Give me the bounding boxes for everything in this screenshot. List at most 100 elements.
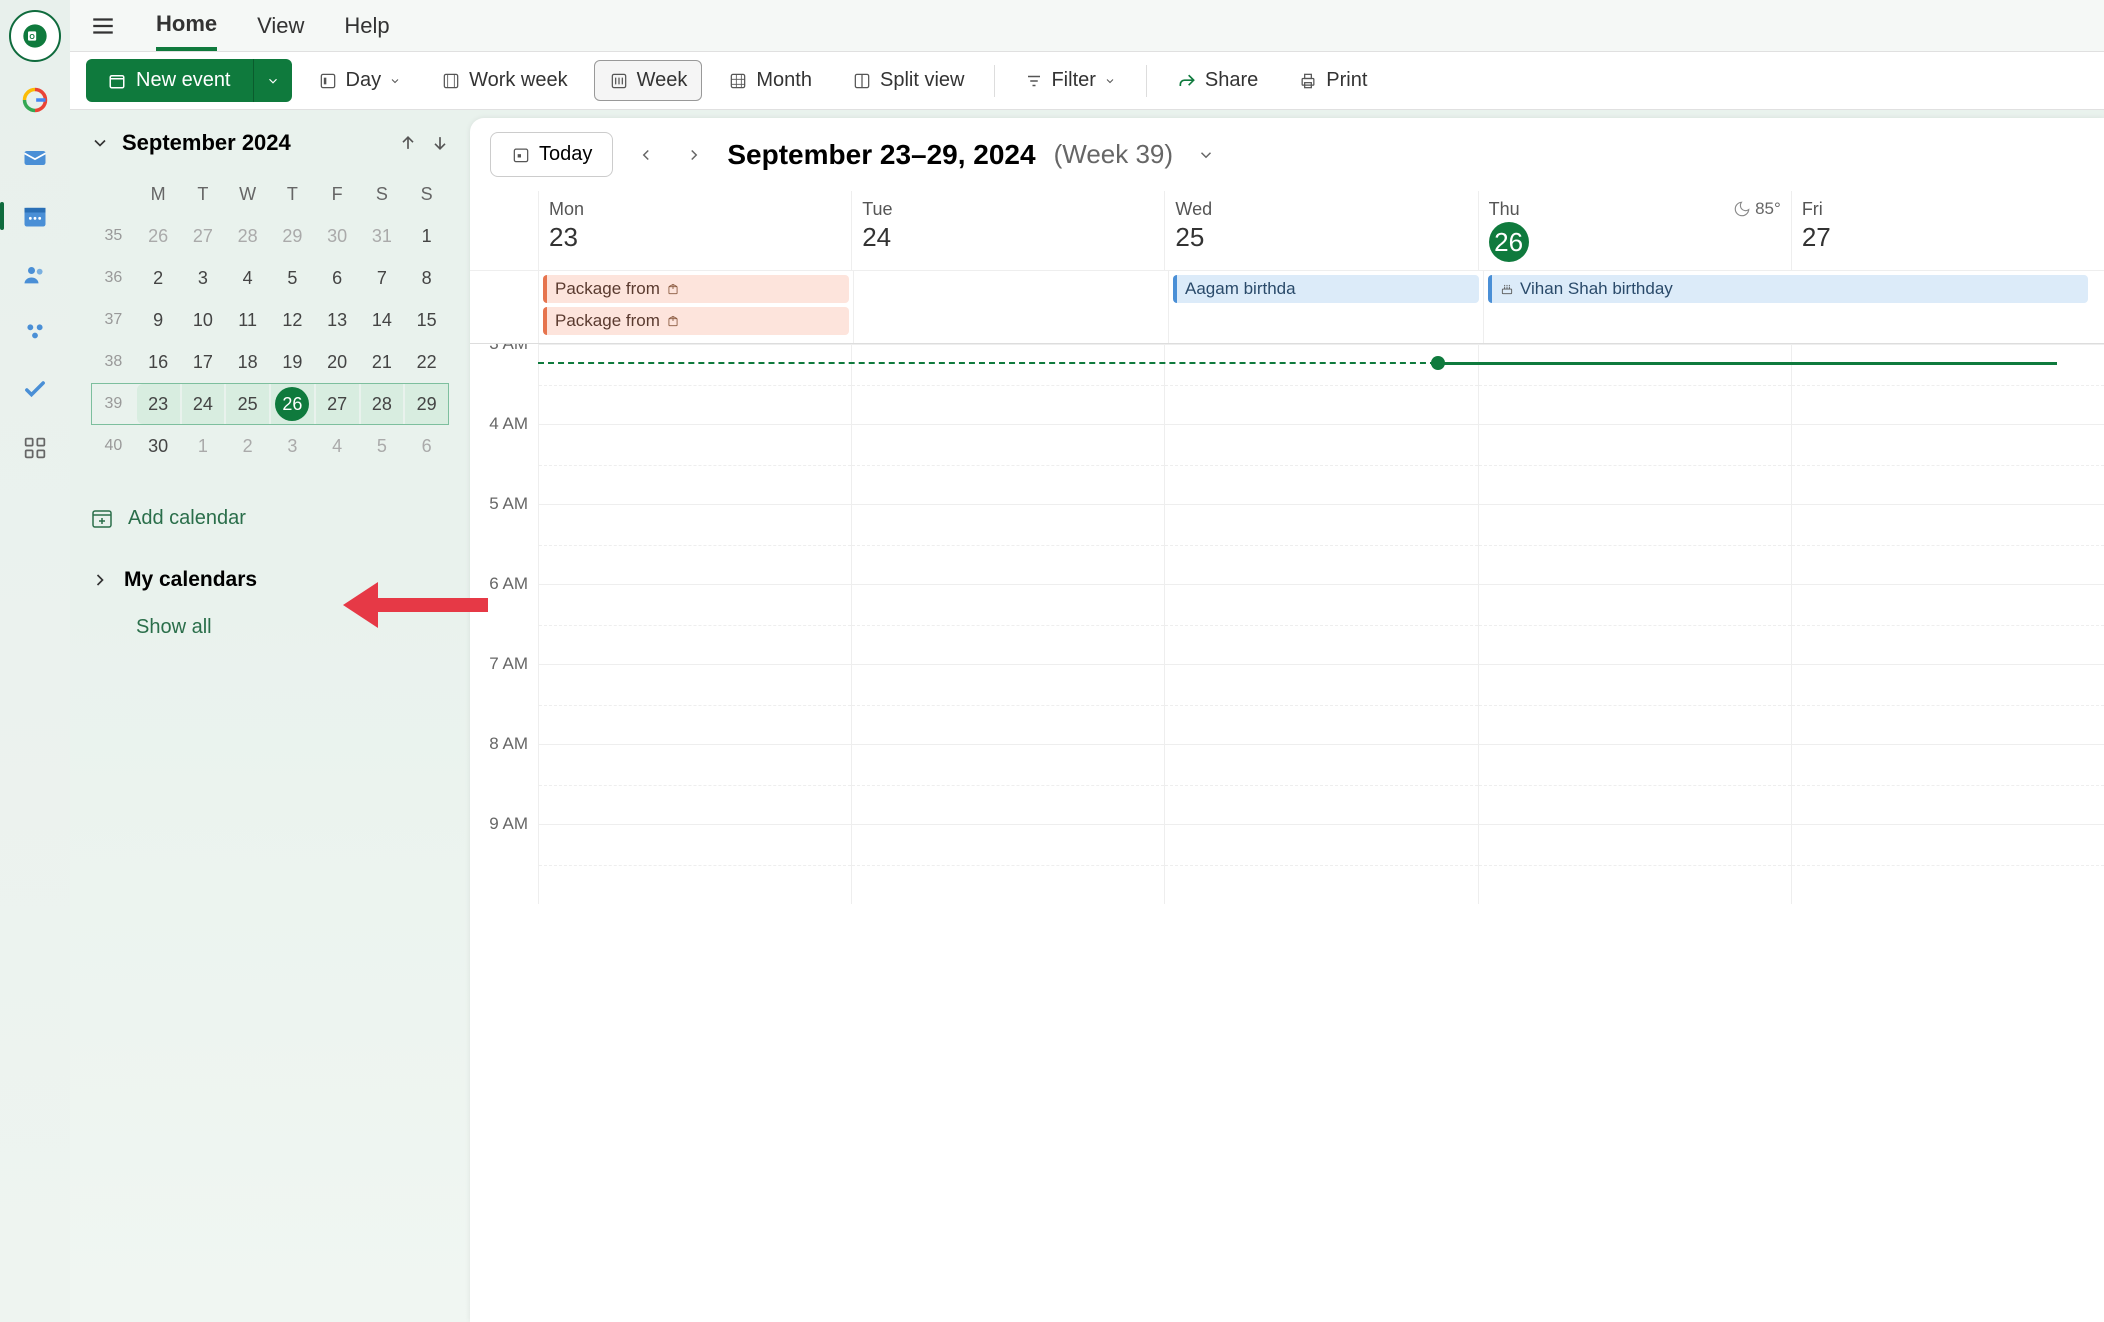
mini-day[interactable]: 26	[271, 384, 314, 424]
tab-view[interactable]: View	[257, 3, 304, 49]
mini-day[interactable]: 7	[361, 258, 404, 298]
event-chip[interactable]: Package from	[543, 275, 849, 303]
time-slot[interactable]	[1791, 344, 2104, 424]
today-button[interactable]: Today	[490, 132, 613, 177]
todo-icon[interactable]	[15, 370, 55, 410]
prev-week-button[interactable]	[631, 140, 661, 170]
time-slot[interactable]	[1791, 504, 2104, 584]
tab-help[interactable]: Help	[344, 3, 389, 49]
mini-day[interactable]: 5	[271, 258, 314, 298]
mini-day[interactable]: 1	[182, 426, 225, 466]
event-chip[interactable]: Aagam birthda	[1173, 275, 1479, 303]
mini-day[interactable]: 30	[316, 216, 359, 256]
time-slot[interactable]	[1164, 424, 1477, 504]
outlook-brand-icon[interactable]: O	[9, 10, 61, 62]
groups-icon[interactable]	[15, 312, 55, 352]
time-slot[interactable]	[538, 744, 851, 824]
google-icon[interactable]	[15, 80, 55, 120]
mini-day[interactable]: 26	[137, 216, 180, 256]
next-week-button[interactable]	[679, 140, 709, 170]
time-slot[interactable]	[538, 424, 851, 504]
day-header[interactable]: Mon23	[538, 191, 851, 270]
show-all-button[interactable]: Show all	[136, 616, 450, 639]
mini-day[interactable]: 29	[405, 384, 448, 424]
time-slot[interactable]	[1791, 744, 2104, 824]
day-header[interactable]: 85°Thu26	[1478, 191, 1791, 270]
next-month-icon[interactable]	[430, 133, 450, 153]
time-slot[interactable]	[1478, 424, 1791, 504]
event-chip[interactable]: Vihan Shah birthday	[1488, 275, 2088, 303]
people-icon[interactable]	[15, 254, 55, 294]
mini-day[interactable]: 27	[182, 216, 225, 256]
mini-day[interactable]: 2	[137, 258, 180, 298]
time-slot[interactable]	[851, 424, 1164, 504]
time-slot[interactable]	[1478, 344, 1791, 424]
mini-day[interactable]: 15	[405, 300, 448, 340]
mini-day[interactable]: 18	[226, 342, 269, 382]
mini-day[interactable]: 9	[137, 300, 180, 340]
mini-day[interactable]: 14	[361, 300, 404, 340]
mini-day[interactable]: 4	[226, 258, 269, 298]
time-slot[interactable]	[1164, 344, 1477, 424]
mini-day[interactable]: 29	[271, 216, 314, 256]
time-slot[interactable]	[538, 584, 851, 664]
time-slot[interactable]	[1791, 584, 2104, 664]
time-slot[interactable]	[1791, 664, 2104, 744]
day-view-button[interactable]: Day	[304, 61, 416, 100]
time-slot[interactable]	[1164, 504, 1477, 584]
mini-day[interactable]: 4	[316, 426, 359, 466]
mini-day[interactable]: 19	[271, 342, 314, 382]
mini-day[interactable]: 24	[182, 384, 225, 424]
calendar-icon[interactable]	[15, 196, 55, 236]
time-slot[interactable]	[1164, 664, 1477, 744]
mail-icon[interactable]	[15, 138, 55, 178]
mini-day[interactable]: 30	[137, 426, 180, 466]
day-header[interactable]: Wed25	[1164, 191, 1477, 270]
mini-day[interactable]: 2	[226, 426, 269, 466]
time-slot[interactable]	[1478, 744, 1791, 824]
split-view-button[interactable]: Split view	[838, 61, 978, 100]
time-slot[interactable]	[851, 504, 1164, 584]
time-slot[interactable]	[1791, 824, 2104, 904]
new-event-button[interactable]: New event	[86, 59, 253, 102]
time-slot[interactable]	[851, 664, 1164, 744]
time-slot[interactable]	[538, 824, 851, 904]
time-slot[interactable]	[1478, 504, 1791, 584]
mini-day[interactable]: 25	[226, 384, 269, 424]
tab-home[interactable]: Home	[156, 1, 217, 51]
day-header[interactable]: Fri27	[1791, 191, 2104, 270]
event-chip[interactable]: Package from	[543, 307, 849, 335]
prev-month-icon[interactable]	[398, 133, 418, 153]
day-header[interactable]: Tue24	[851, 191, 1164, 270]
workweek-view-button[interactable]: Work week	[427, 61, 582, 100]
mini-day[interactable]: 8	[405, 258, 448, 298]
share-button[interactable]: Share	[1163, 61, 1272, 100]
apps-icon[interactable]	[15, 428, 55, 468]
mini-day[interactable]: 27	[316, 384, 359, 424]
mini-day[interactable]: 10	[182, 300, 225, 340]
time-slot[interactable]	[1478, 824, 1791, 904]
new-event-dropdown[interactable]	[253, 59, 292, 102]
mini-day[interactable]: 21	[361, 342, 404, 382]
mini-day[interactable]: 6	[316, 258, 359, 298]
mini-day[interactable]: 12	[271, 300, 314, 340]
mini-day[interactable]: 3	[182, 258, 225, 298]
time-slot[interactable]	[538, 504, 851, 584]
time-slot[interactable]	[1164, 824, 1477, 904]
time-slot[interactable]	[851, 744, 1164, 824]
time-slot[interactable]	[1164, 744, 1477, 824]
mini-day[interactable]: 23	[137, 384, 180, 424]
mini-day[interactable]: 22	[405, 342, 448, 382]
mini-day[interactable]: 20	[316, 342, 359, 382]
mini-day[interactable]: 3	[271, 426, 314, 466]
time-slot[interactable]	[1791, 424, 2104, 504]
my-calendars-toggle[interactable]: My calendars	[90, 568, 450, 592]
mini-day[interactable]: 1	[405, 216, 448, 256]
mini-day[interactable]: 28	[361, 384, 404, 424]
mini-day[interactable]: 11	[226, 300, 269, 340]
month-view-button[interactable]: Month	[714, 61, 826, 100]
time-slot[interactable]	[538, 344, 851, 424]
mini-day[interactable]: 17	[182, 342, 225, 382]
mini-day[interactable]: 31	[361, 216, 404, 256]
mini-day[interactable]: 28	[226, 216, 269, 256]
